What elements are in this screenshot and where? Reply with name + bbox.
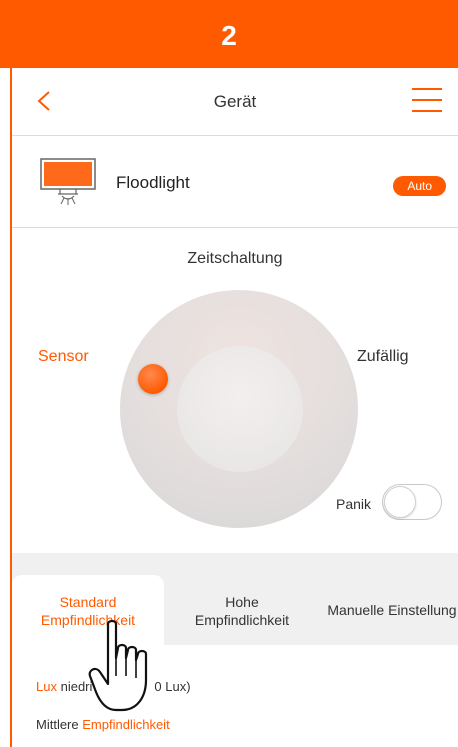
info-lux-label: Lux	[36, 679, 57, 694]
mode-dial-area: Zeitschaltung Sensor Zufällig Panik	[12, 228, 458, 553]
tab-label-line2: Empfindlichkeit	[194, 612, 290, 628]
dial-label-zeitschaltung[interactable]: Zeitschaltung	[12, 250, 458, 268]
tab-label-line1: Standard	[59, 594, 117, 610]
floodlight-icon	[40, 158, 96, 205]
info-sensitivity-label: Empfindlichkeit	[82, 717, 170, 732]
dial-knob[interactable]	[138, 364, 168, 394]
app-frame: Gerät Floodlight Auto Zeitschaltung Sens…	[10, 68, 458, 747]
step-number: 2	[221, 20, 237, 51]
panik-toggle[interactable]	[382, 484, 442, 520]
device-name: Floodlight	[116, 173, 190, 192]
dial-label-sensor[interactable]: Sensor	[38, 348, 89, 366]
info-sensitivity-prefix: Mittlere	[36, 717, 79, 732]
panik-label: Panik	[336, 496, 372, 512]
tab-label-line1: Manuelle Einstellung	[327, 602, 457, 618]
device-row: Floodlight Auto	[12, 136, 458, 228]
dial-label-zufaellig[interactable]: Zufällig	[357, 348, 409, 366]
mode-badge[interactable]: Auto	[393, 176, 446, 196]
mode-dial-center	[177, 346, 303, 472]
pointing-hand-icon	[88, 619, 148, 712]
toggle-thumb	[384, 486, 416, 518]
sensitivity-tabs: Standard Empfindlichkeit Hohe Empfindlic…	[12, 553, 458, 645]
sensitivity-info: Lux niedri 0 Lux) Mittlere Empfindlichkei…	[12, 645, 458, 747]
tab-label-line1: Hohe	[225, 594, 259, 610]
step-banner: 2	[0, 0, 458, 68]
page-title: Gerät	[213, 92, 257, 111]
info-line-sensitivity: Mittlere Empfindlichkeit	[36, 717, 170, 732]
menu-icon[interactable]	[412, 88, 442, 112]
navbar: Gerät	[12, 68, 458, 136]
